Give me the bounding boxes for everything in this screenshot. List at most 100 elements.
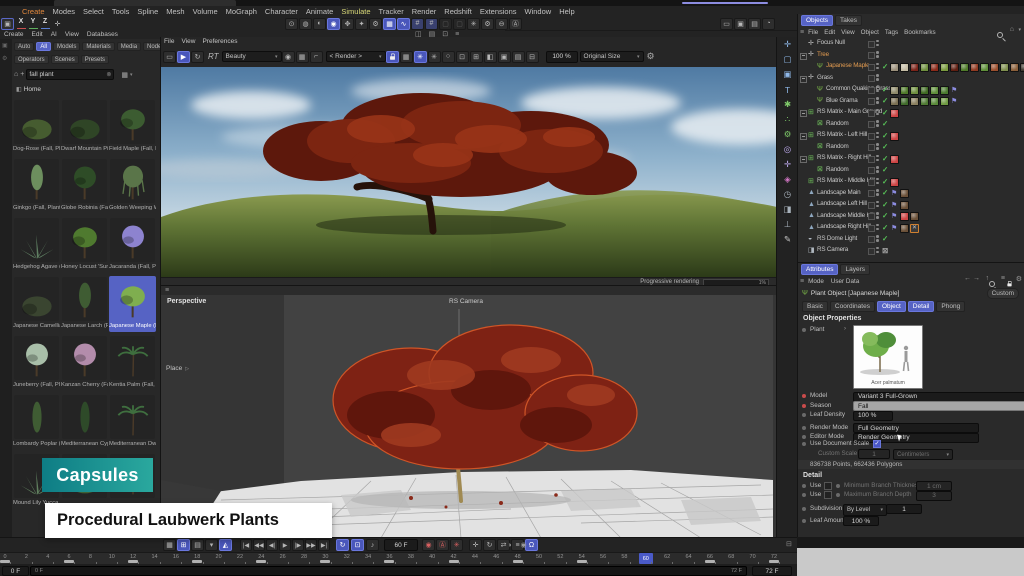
visibility-dots[interactable] [876, 155, 879, 163]
dither-icon[interactable]: ▦ [296, 51, 309, 63]
anim-dot[interactable] [802, 507, 806, 511]
viewport-menu-icon[interactable]: ≡ [165, 287, 169, 294]
object-row-common-quaking-grass[interactable]: ΨCommon Quaking Grass✓⚑ [798, 84, 1024, 96]
ipr-start-icon[interactable]: ▭ [163, 51, 176, 63]
material-tag[interactable] [930, 63, 939, 72]
layer-toggle[interactable] [868, 110, 875, 117]
pass-dropdown[interactable]: Beauty▾ [222, 51, 282, 62]
annotation-icon[interactable]: Ⓐ [509, 18, 522, 30]
visibility-dots[interactable] [876, 166, 879, 174]
section-tab-object[interactable]: Object [877, 301, 906, 312]
flag-tag-icon[interactable]: ⚑ [890, 224, 899, 233]
detail-param-value[interactable]: 3 [916, 491, 952, 501]
enabled-check-icon[interactable]: ✓ [882, 62, 888, 71]
layer-toggle[interactable] [868, 179, 875, 186]
render-picture-viewer-button[interactable]: ▣ [734, 18, 747, 30]
menu-item-window[interactable]: Window [521, 6, 556, 17]
filter-caret-icon[interactable]: ▾ [1018, 27, 1021, 33]
range-start-field[interactable]: 0 F [2, 566, 29, 576]
enabled-check-icon[interactable]: ✓ [882, 200, 888, 209]
aov-dropdown[interactable]: ◉ [282, 51, 295, 63]
workplane-icon[interactable]: ◍ [299, 18, 312, 30]
tab-auto[interactable]: Auto [14, 42, 34, 51]
full-circle-icon[interactable]: ◉ [517, 539, 530, 551]
compare-icon[interactable]: ◧ [484, 51, 497, 63]
material-tag[interactable] [940, 63, 949, 72]
plant-item-field-maple-fall-plant[interactable]: Field Maple (Fall, Plant) [109, 99, 156, 155]
material-tag[interactable] [910, 63, 919, 72]
material-tag[interactable] [900, 224, 909, 233]
modeling-axis-icon[interactable]: ✛ [51, 18, 64, 30]
cube-primitive-icon[interactable]: ▣ [777, 67, 798, 82]
autokey-button[interactable]: Ⓐ [436, 539, 449, 551]
layer-toggle[interactable] [868, 144, 875, 151]
menu-item-tracker[interactable]: Tracker [375, 6, 408, 17]
object-row-rs-dome-light[interactable]: ◒RS Dome Light✓ [798, 234, 1024, 246]
object-row-blue-grama[interactable]: ΨBlue Grama✓⚑ [798, 96, 1024, 108]
plant-item-mediterranean-cypres[interactable]: Mediterranean Cypres... [61, 394, 108, 450]
export-icon[interactable]: ▤ [512, 51, 525, 63]
range-end-field[interactable]: 72 F [752, 566, 792, 576]
anim-dot[interactable] [802, 394, 806, 398]
custom-scale-unit[interactable]: Centimeters▾ [893, 449, 953, 460]
subdivision-mode-dropdown[interactable]: By Level▾ [843, 504, 887, 516]
goto-end-button[interactable]: ▶| [318, 539, 330, 551]
menu-item-help[interactable]: Help [555, 6, 578, 17]
material-tag[interactable] [890, 132, 899, 141]
visibility-dots[interactable] [876, 86, 879, 94]
current-frame-field[interactable]: 60 F [384, 539, 418, 551]
object-row-focus-null[interactable]: ✛Focus Null [798, 38, 1024, 50]
picker-dropdown[interactable]: ○ [442, 51, 455, 63]
material-tag[interactable] [990, 63, 999, 72]
material-tag[interactable] [950, 63, 959, 72]
keyframe-selection-button[interactable]: ✳ [450, 539, 463, 551]
spline-icon[interactable]: ◎ [777, 142, 798, 157]
enabled-check-icon[interactable]: ✓ [882, 154, 888, 163]
goto-start-button[interactable]: |◀ [240, 539, 252, 551]
viewport-canvas[interactable]: Perspective RS Camera Place ▷ [161, 295, 777, 538]
record-button[interactable]: ◉ [422, 539, 435, 551]
expand-icon[interactable]: ⊞ [470, 51, 483, 63]
strip-icon-1[interactable]: ▣ [2, 42, 8, 49]
character-icon[interactable]: ✦ [355, 18, 368, 30]
menu-item-tools[interactable]: Tools [108, 6, 134, 17]
section-tab-basic[interactable]: Basic [802, 301, 828, 312]
preview-range-bar[interactable]: 0 F72 F [30, 566, 747, 576]
menu-item-redshift[interactable]: Redshift [440, 6, 476, 17]
attr-menu-user-data[interactable]: User Data [831, 278, 859, 285]
flag-tag-icon[interactable]: ⚑ [890, 201, 899, 210]
menu-item-volume[interactable]: Volume [189, 6, 222, 17]
rv-menu-file[interactable]: File [164, 37, 174, 46]
ab-menu-databases[interactable]: Databases [87, 30, 118, 39]
enabled-check-icon[interactable]: ✓ [882, 131, 888, 140]
view-mode-caret[interactable]: ▾ [205, 539, 218, 551]
menu-item-extensions[interactable]: Extensions [476, 6, 521, 17]
keyframe-bar-icon[interactable]: ▦ [163, 539, 176, 551]
visibility-dots[interactable] [876, 201, 879, 209]
layer-toggle[interactable] [868, 248, 875, 255]
enabled-check-icon[interactable]: ✓ [882, 85, 888, 94]
anim-dot[interactable] [802, 413, 806, 417]
material-tag[interactable] [930, 97, 939, 106]
visibility-dots[interactable] [876, 235, 879, 243]
lock-render-camera-icon[interactable] [386, 51, 399, 63]
search-input[interactable] [26, 69, 114, 80]
om-menu-tags[interactable]: Tags [885, 29, 898, 36]
renderview-gear-icon[interactable]: ⚙ [647, 51, 655, 62]
object-row-rs-camera[interactable]: ◨RS Camera⊠ [798, 245, 1024, 257]
plant-item-kentia-palm-fall-plant[interactable]: Kentia Palm (Fall, Plant) [109, 335, 156, 391]
layer-toggle[interactable] [868, 87, 875, 94]
flag-tag-icon[interactable]: ⚑ [950, 97, 959, 106]
ab-menu-edit[interactable]: Edit [32, 30, 43, 39]
flag-tag-icon[interactable]: ⚑ [890, 212, 899, 221]
search-options-caret-icon[interactable]: ▾ [130, 72, 133, 78]
plant-item-hedgehog-agave-fall[interactable]: Hedgehog Agave (Fall... [13, 217, 60, 273]
enabled-check-icon[interactable]: ✓ [882, 108, 888, 117]
rotation-key-icon[interactable]: ↻ [483, 539, 496, 551]
material-tag[interactable] [960, 63, 969, 72]
layer-toggle[interactable] [868, 64, 875, 71]
visibility-dots[interactable] [876, 132, 879, 140]
visibility-dots[interactable] [876, 109, 879, 117]
visibility-dots[interactable] [876, 224, 879, 232]
loop-button[interactable]: ↻ [336, 539, 349, 551]
